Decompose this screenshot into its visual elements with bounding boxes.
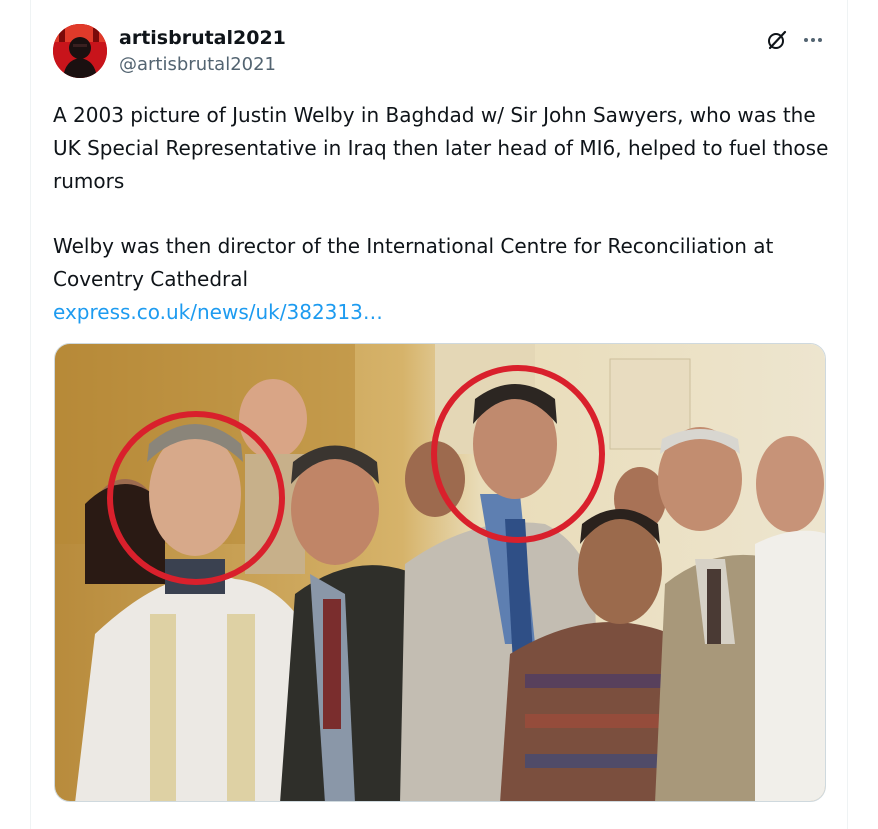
tweet-text: A 2003 picture of Justin Welby in Baghda… bbox=[53, 99, 833, 329]
tweet-paragraph: Welby was then director of the Internati… bbox=[53, 234, 774, 291]
more-icon bbox=[804, 38, 822, 42]
article-link[interactable]: express.co.uk/news/uk/382313… bbox=[53, 296, 383, 329]
author-display-name[interactable]: artisbrutal2021 bbox=[119, 27, 286, 49]
more-options-button[interactable] bbox=[799, 26, 827, 54]
avatar-image bbox=[53, 24, 107, 78]
grok-icon bbox=[768, 30, 787, 50]
grok-button[interactable] bbox=[763, 26, 791, 54]
tweet-card: artisbrutal2021 @artisbrutal2021 A 2003 … bbox=[30, 0, 848, 829]
photo-image bbox=[55, 344, 825, 801]
tweet-photo[interactable] bbox=[54, 343, 826, 802]
avatar[interactable] bbox=[53, 24, 107, 78]
author-handle[interactable]: @artisbrutal2021 bbox=[119, 54, 276, 75]
tweet-paragraph: A 2003 picture of Justin Welby in Baghda… bbox=[53, 103, 829, 193]
